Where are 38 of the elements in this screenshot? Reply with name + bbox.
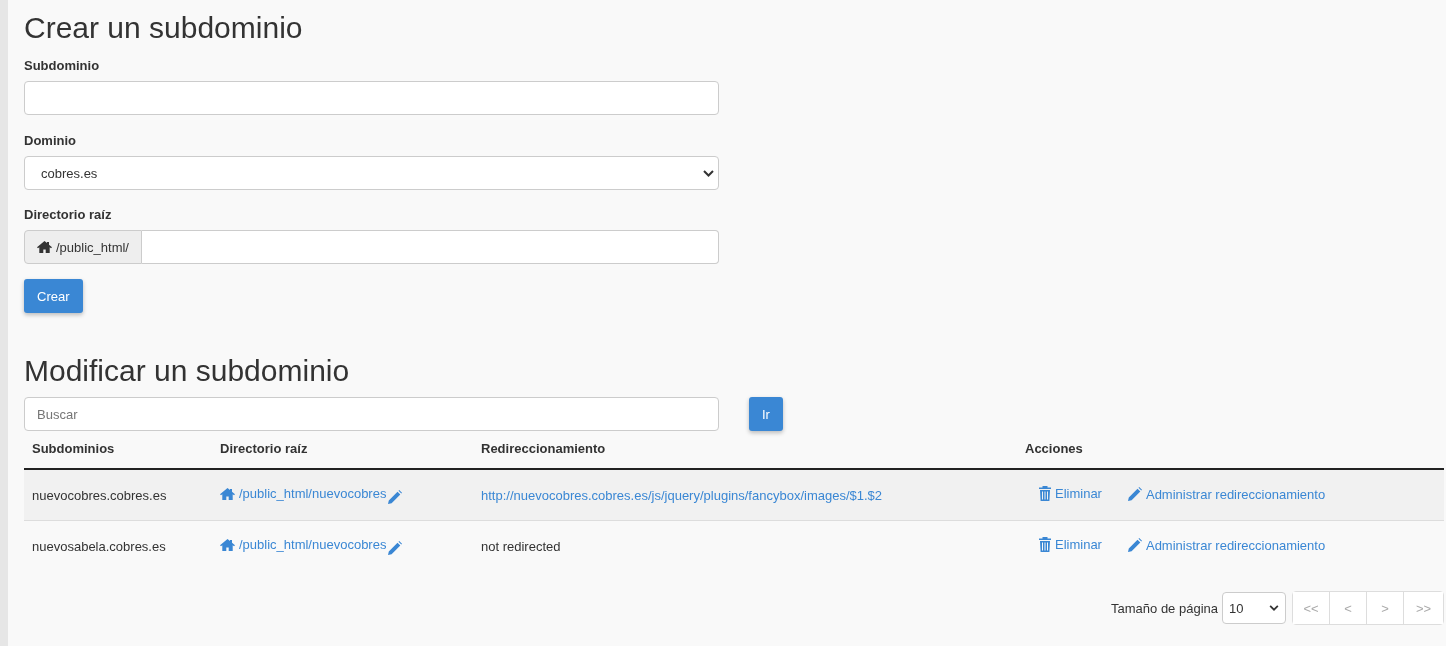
column-header: Directorio raíz xyxy=(220,441,308,456)
subdomain-input[interactable] xyxy=(24,81,719,115)
trash-icon xyxy=(1039,486,1051,501)
page-heading: Crear un subdominio xyxy=(24,10,304,46)
root-link[interactable]: /public_html/nuevocobres xyxy=(220,486,387,502)
field-label: Subdominio xyxy=(24,58,101,73)
search-input[interactable]: Buscar xyxy=(24,397,719,431)
root-input[interactable] xyxy=(142,230,719,264)
delete-link[interactable]: Eliminar xyxy=(1039,486,1102,501)
subdomain-text: nuevocobres.cobres.es xyxy=(32,487,167,503)
delete-link[interactable]: Eliminar xyxy=(1039,537,1102,552)
page-size-label: Tamaño de página xyxy=(1111,600,1218,616)
manage-redirect-link[interactable]: Administrar redireccionamiento xyxy=(1127,537,1326,553)
page-heading: Modificar un subdominio xyxy=(24,353,351,389)
chevron-icon xyxy=(703,169,714,177)
column-header: Acciones xyxy=(1025,441,1083,456)
home-icon xyxy=(37,241,52,253)
pencil-icon[interactable] xyxy=(388,540,403,555)
path-prefix: /public_html/ xyxy=(56,239,129,255)
redirect-status: not redirected xyxy=(481,538,561,554)
pencil-icon xyxy=(1127,538,1142,552)
create-button[interactable]: Crear xyxy=(24,279,83,313)
chevron-icon xyxy=(1269,605,1279,611)
pencil-icon[interactable] xyxy=(388,489,403,504)
subdomain-text: nuevosabela.cobres.es xyxy=(32,538,166,554)
field-label: Dominio xyxy=(24,133,77,148)
home-icon xyxy=(220,538,235,551)
manage-redirect-link[interactable]: Administrar redireccionamiento xyxy=(1127,486,1326,502)
domain-select[interactable]: cobres.es xyxy=(24,156,719,190)
column-header: Redireccionamiento xyxy=(481,441,606,456)
home-icon xyxy=(220,487,235,500)
trash-icon xyxy=(1039,537,1051,552)
pencil-icon xyxy=(1127,487,1142,501)
field-label: Directorio raíz xyxy=(24,207,113,222)
column-header: Subdominios xyxy=(32,441,115,456)
go-button[interactable]: Ir xyxy=(749,397,783,431)
page-size-select[interactable]: 10 xyxy=(1222,592,1286,624)
root-link[interactable]: /public_html/nuevocobres xyxy=(220,537,387,553)
